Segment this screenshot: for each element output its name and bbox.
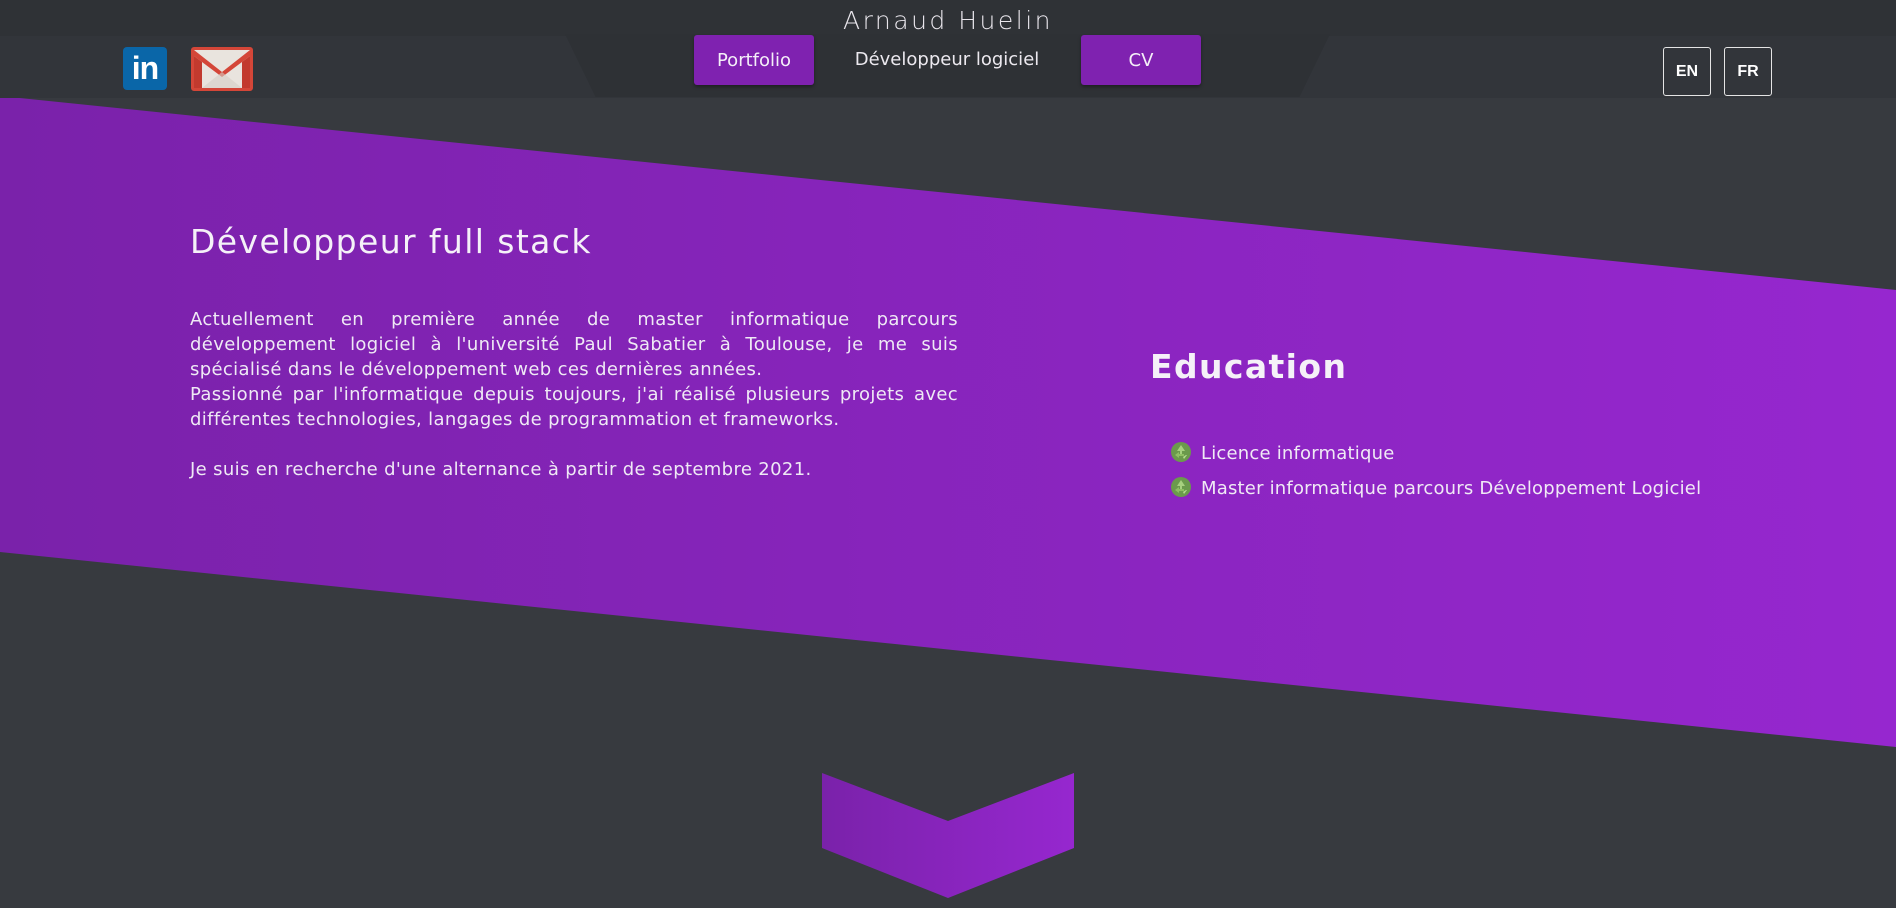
language-en-button[interactable]: EN — [1663, 47, 1711, 96]
education-title: Education — [1150, 347, 1348, 386]
linkedin-icon[interactable]: in — [123, 47, 167, 90]
recycle-bullet-icon — [1171, 476, 1191, 497]
hero-title: Développeur full stack — [190, 222, 592, 261]
chevron-down-icon[interactable] — [822, 773, 1074, 898]
page-subtitle: Développeur logiciel — [854, 49, 1040, 70]
linkedin-logo-text: in — [131, 50, 159, 86]
language-fr-button[interactable]: FR — [1724, 47, 1772, 96]
hero-paragraph: Je suis en recherche d'une alternance à … — [190, 459, 812, 480]
recycle-bullet-icon — [1171, 441, 1191, 462]
site-title: Arnaud Huelin — [842, 6, 1054, 35]
list-item: Master informatique parcours Développeme… — [1170, 471, 1701, 506]
hero-description: Actuellement en première année de master… — [190, 307, 958, 482]
cv-button[interactable]: CV — [1081, 35, 1201, 85]
hero-paragraph: Actuellement en première année de master… — [190, 309, 958, 380]
gmail-icon[interactable] — [191, 47, 253, 91]
education-item-label: Master informatique parcours Développeme… — [1201, 478, 1702, 499]
hero-paragraph: Passionné par l'informatique depuis touj… — [190, 384, 958, 430]
education-item-label: Licence informatique — [1201, 443, 1395, 464]
education-list: Licence informatique Master informatique… — [1170, 436, 1701, 506]
list-item: Licence informatique — [1170, 436, 1701, 471]
portfolio-button[interactable]: Portfolio — [694, 35, 814, 85]
